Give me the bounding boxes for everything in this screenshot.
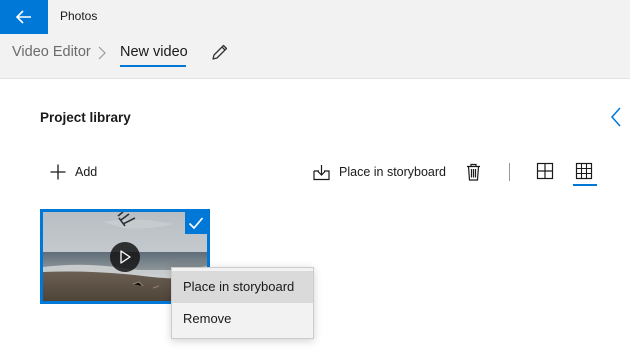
add-button-label: Add — [75, 165, 98, 179]
context-menu: Place in storyboard Remove — [171, 267, 314, 339]
plus-icon — [50, 164, 66, 180]
chevron-right-icon — [98, 46, 106, 60]
app-title: Photos — [60, 9, 98, 23]
small-tiles-view-icon[interactable] — [575, 162, 593, 180]
back-button[interactable] — [0, 0, 48, 34]
breadcrumb-new-video[interactable]: New video — [120, 44, 188, 60]
trash-icon — [466, 163, 480, 181]
clip-selected-checkbox[interactable] — [185, 212, 207, 234]
view-active-indicator — [573, 184, 597, 186]
menu-item-place-in-storyboard[interactable]: Place in storyboard — [172, 271, 313, 303]
back-arrow-icon — [16, 10, 31, 24]
chevron-left-icon[interactable] — [608, 106, 624, 128]
toolbar-divider — [509, 163, 510, 181]
title-bar: Photos — [0, 0, 630, 34]
place-in-storyboard-label: Place in storyboard — [339, 165, 447, 179]
menu-item-remove[interactable]: Remove — [172, 303, 313, 335]
add-button[interactable]: Add — [50, 162, 97, 182]
large-tiles-view-icon[interactable] — [536, 162, 554, 180]
checkmark-icon — [188, 217, 204, 230]
pencil-icon[interactable] — [210, 42, 230, 62]
place-in-storyboard-button[interactable]: Place in storyboard — [313, 162, 446, 182]
place-in-storyboard-icon — [313, 164, 330, 180]
project-library-title: Project library — [40, 110, 131, 125]
play-icon — [120, 250, 131, 264]
delete-button[interactable] — [463, 161, 483, 183]
breadcrumb-active-indicator — [120, 65, 186, 67]
breadcrumb: Video Editor New video — [0, 34, 630, 79]
play-button[interactable] — [110, 242, 140, 272]
breadcrumb-video-editor[interactable]: Video Editor — [12, 44, 91, 60]
